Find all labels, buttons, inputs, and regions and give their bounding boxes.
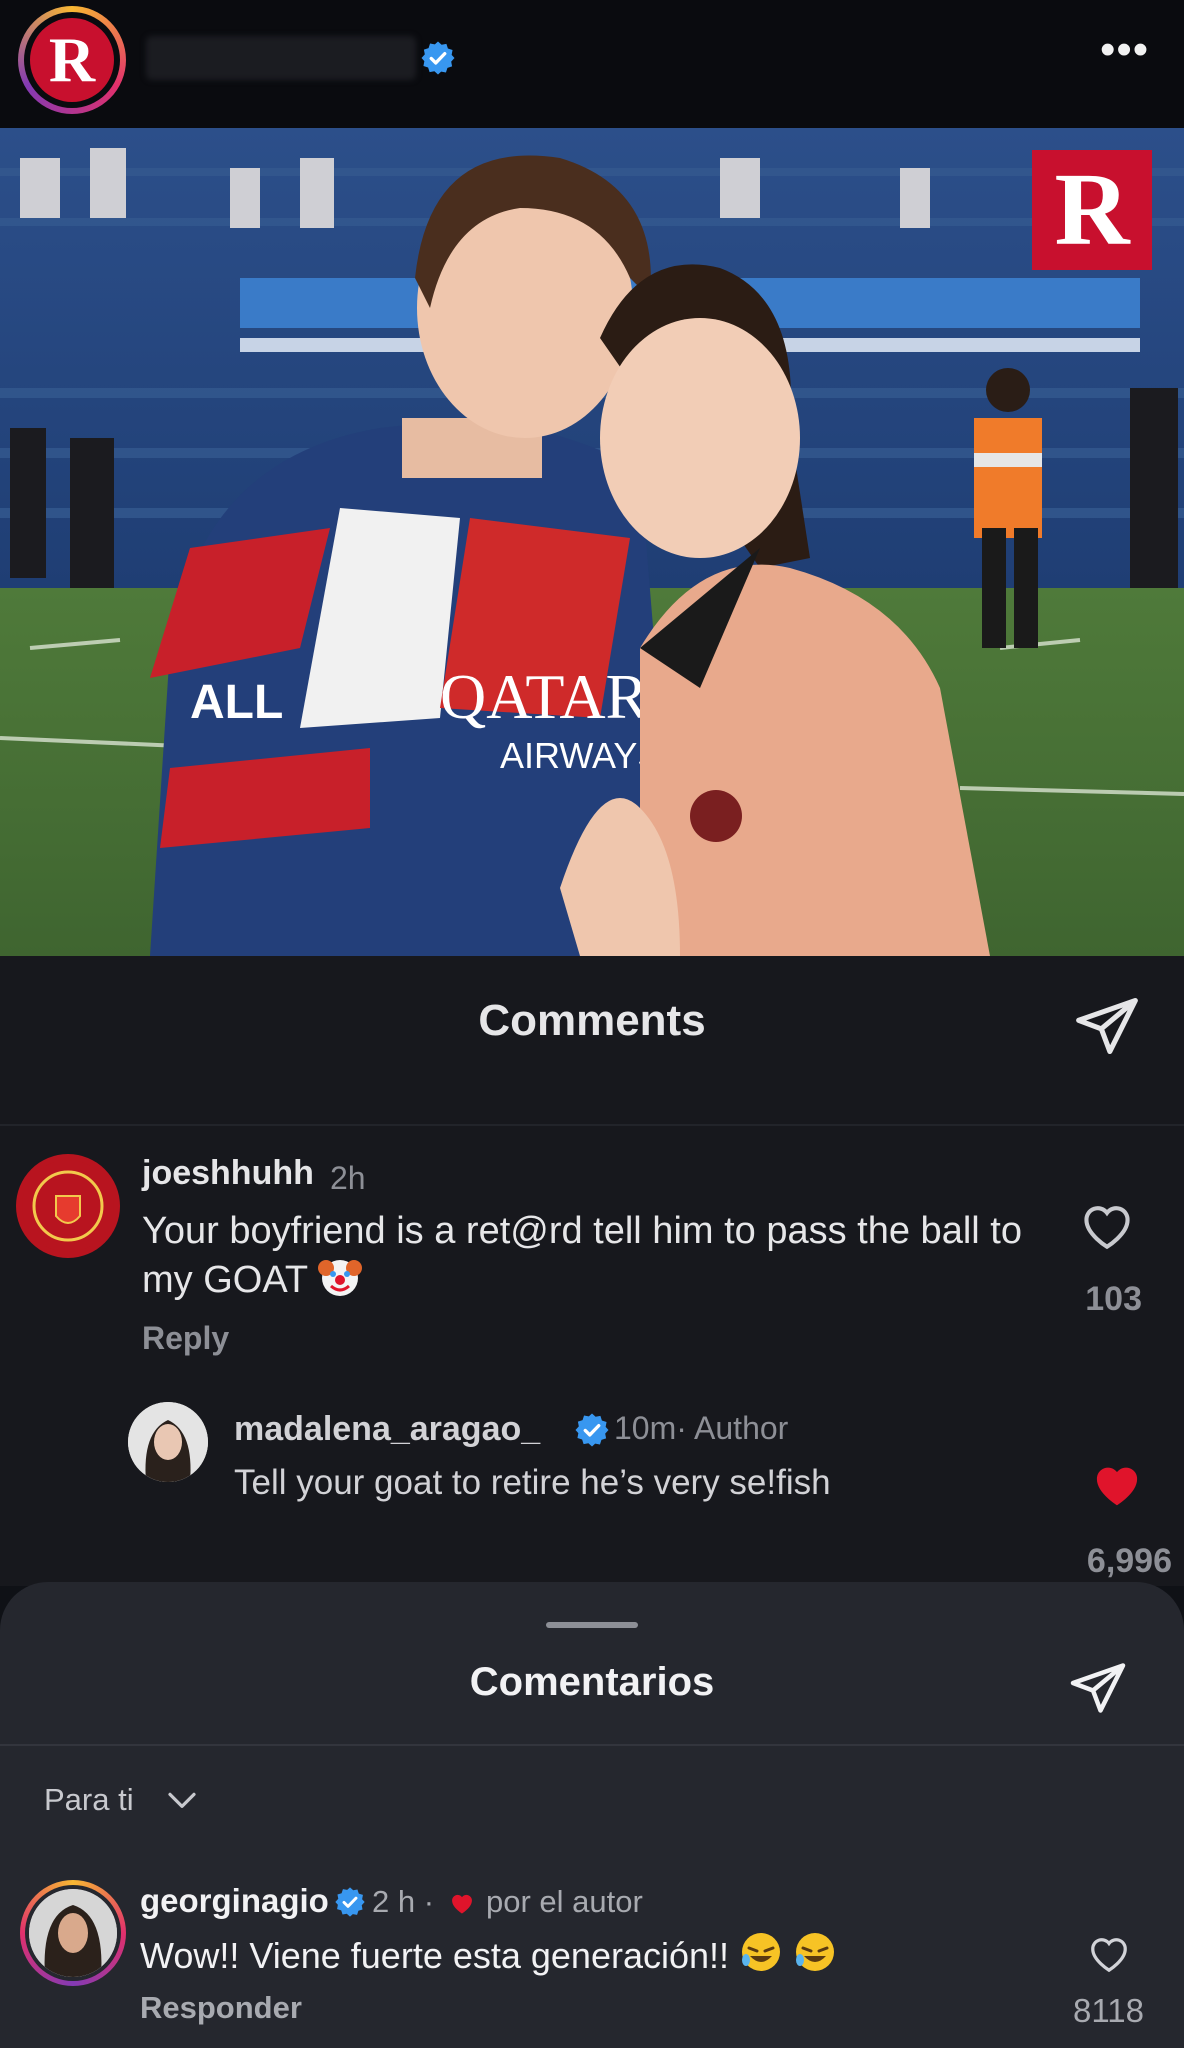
club-crest-icon (22, 1160, 114, 1252)
verified-icon (421, 41, 455, 75)
comment-meta: 10m· Author (614, 1410, 789, 1446)
like-count: 6,996 (1086, 1542, 1172, 1580)
profile-photo (29, 1889, 117, 1977)
like-count: 8118 (1073, 1992, 1144, 2029)
share-icon[interactable] (1070, 992, 1144, 1060)
comment-body: Your boyfriend is a ret@rd tell him to p… (142, 1210, 1022, 1301)
verified-icon (575, 1413, 609, 1447)
liked-by-author-label: por el autor (486, 1884, 643, 1919)
account-name-blurred[interactable]: record_mexico (146, 36, 416, 80)
comment-text: Wow!! Viene fuerte esta generación!! (140, 1930, 837, 1977)
post-header: R record_mexico ••• (0, 0, 1184, 128)
heart-icon[interactable] (1086, 1932, 1132, 1974)
comment-text: Your boyfriend is a ret@rd tell him to p… (142, 1208, 1022, 1303)
divider (0, 1124, 1184, 1126)
comments-sheet: Comentarios Para ti georginagio 2 h · po… (0, 1582, 1184, 2048)
verified-icon (335, 1887, 365, 1917)
laughing-emoji-icon (742, 1933, 781, 1971)
clown-emoji-icon (317, 1260, 362, 1296)
comment-username[interactable]: madalena_aragao_ (234, 1410, 540, 1449)
shirt-text: QATAR (440, 661, 649, 732)
post-image[interactable]: QATAR AIRWAYS ALL R (0, 128, 1184, 956)
shirt-text-2: AIRWAYS (500, 735, 661, 776)
watermark-logo: R (1032, 150, 1152, 270)
comment-body: Wow!! Viene fuerte esta generación!! (140, 1935, 730, 1976)
avatar[interactable] (16, 1154, 120, 1258)
account-avatar[interactable]: R (18, 6, 126, 114)
account-logo: R (30, 18, 114, 102)
comment-time: 2 h · (372, 1884, 435, 1919)
heart-icon[interactable] (1078, 1198, 1136, 1252)
heart-filled-icon[interactable] (1088, 1458, 1146, 1510)
profile-photo (128, 1402, 208, 1482)
more-icon[interactable]: ••• (1100, 28, 1150, 72)
laughing-emoji-icon (796, 1933, 835, 1971)
sort-dropdown[interactable]: Para ti (44, 1782, 134, 1818)
divider (0, 1744, 1184, 1746)
avatar[interactable] (128, 1402, 208, 1482)
comment-username[interactable]: joeshhuhh (142, 1154, 314, 1193)
reply-button[interactable]: Reply (142, 1320, 229, 1357)
share-icon[interactable] (1066, 1658, 1130, 1718)
like-count: 103 (1085, 1280, 1142, 1318)
comments-title: Comments (478, 996, 706, 1045)
post-photo-illustration: QATAR AIRWAYS ALL (0, 128, 1184, 956)
drag-handle[interactable] (546, 1622, 638, 1628)
comment-text: Tell your goat to retire he’s very se!fi… (234, 1463, 831, 1502)
avatar[interactable] (20, 1880, 126, 1986)
sleeve-text: ALL (190, 676, 283, 729)
reply-button[interactable]: Responder (140, 1990, 302, 2026)
chevron-down-icon[interactable] (166, 1790, 198, 1812)
heart-filled-icon (452, 1894, 472, 1914)
sheet-title: Comentarios (469, 1660, 715, 1704)
comment-username[interactable]: georginagio (140, 1882, 329, 1920)
comment-time: 2h (330, 1160, 366, 1196)
